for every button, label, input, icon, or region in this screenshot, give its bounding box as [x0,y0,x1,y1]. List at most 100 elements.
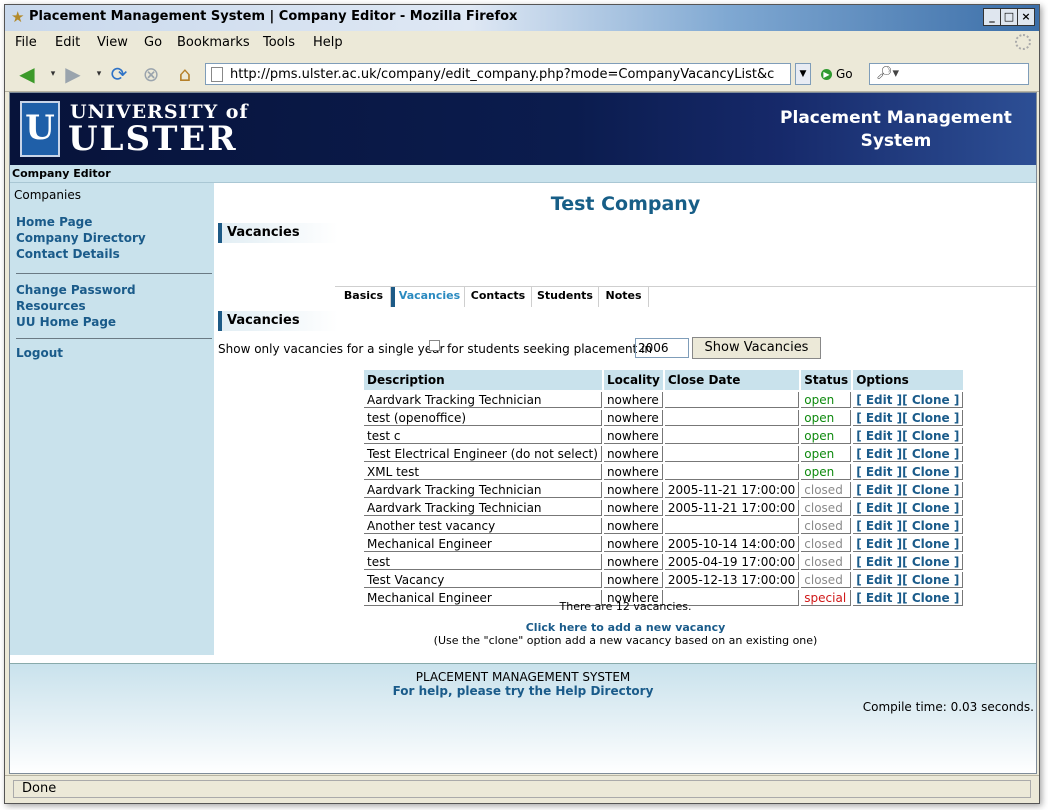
table-row: Aardvark Tracking Technician nowhere 2005-… [364,500,964,516]
clone-link[interactable]: [ Clone ] [902,429,959,443]
edit-link[interactable]: [ Edit ] [856,411,902,425]
menu-help[interactable]: Help [313,35,343,50]
edit-link[interactable]: [ Edit ] [856,519,902,533]
footer-title: PLACEMENT MANAGEMENT SYSTEM [415,670,631,684]
section-heading: Vacancies [218,311,338,331]
edit-link[interactable]: [ Edit ] [856,501,902,515]
go-button[interactable]: ▶ Go [821,67,853,81]
close-date-cell [664,428,800,444]
options-cell: [ Edit ][ Clone ] [853,536,964,552]
sidebar-link-company-directory[interactable]: Company Directory [16,231,146,245]
close-date-cell [664,410,800,426]
sidebar-link-resources[interactable]: Resources [16,299,86,313]
column-header: Options [853,370,964,390]
breadcrumb-text: Company Editor [12,167,111,180]
sidebar-link-home-page[interactable]: Home Page [16,215,92,229]
clone-link[interactable]: [ Clone ] [902,393,959,407]
edit-link[interactable]: [ Edit ] [856,465,902,479]
close-date-cell [664,446,800,462]
clone-link[interactable]: [ Clone ] [902,537,959,551]
tab-notes[interactable]: Notes [599,287,649,307]
table-row: XML test nowhere open[ Edit ][ Clone ] [364,464,964,480]
tab-basics[interactable]: Basics [337,287,391,307]
page-content: U UNIVERSITY of ULSTER Placement Managem… [9,92,1037,774]
sidebar-link-contact-details[interactable]: Contact Details [16,247,120,261]
locality-cell: nowhere [603,554,663,570]
description-cell: Aardvark Tracking Technician [364,392,602,408]
stop-icon[interactable]: ⊗ [139,62,163,86]
help-directory-link[interactable]: For help, please try the Help Directory [10,684,1036,698]
sidebar-heading: Companies [14,188,81,202]
add-vacancy-note: (Use the "clone" option add a new vacanc… [433,634,818,647]
close-date-cell: 2005-11-21 17:00:00 [664,482,800,498]
locality-cell: nowhere [603,410,663,426]
search-field[interactable]: 🔎︎▾ [869,63,1029,85]
company-title: Test Company [550,193,701,215]
table-row: Aardvark Tracking Technician nowhere open[… [364,392,964,408]
status-cell: open [801,446,852,462]
table-row: Test Vacancy nowhere 2005-12-13 17:00:00 cl… [364,572,964,588]
clone-link[interactable]: [ Clone ] [902,447,959,461]
tab-vacancies[interactable]: Vacancies [391,287,465,307]
maximize-button[interactable]: □ [1000,8,1018,26]
edit-link[interactable]: [ Edit ] [856,483,902,497]
go-arrow-icon: ▶ [821,69,832,80]
status-cell: closed [801,536,852,552]
status-cell: closed [801,554,852,570]
options-cell: [ Edit ][ Clone ] [853,392,964,408]
close-button[interactable]: × [1017,8,1035,26]
status-cell: closed [801,500,852,516]
menu-edit[interactable]: Edit [55,35,80,50]
add-vacancy-link[interactable]: Click here to add a new vacancy [215,621,1036,634]
menu-tools[interactable]: Tools [263,35,295,50]
edit-link[interactable]: [ Edit ] [856,573,902,587]
edit-link[interactable]: [ Edit ] [856,447,902,461]
menu-go[interactable]: Go [144,35,162,50]
description-cell: Test Electrical Engineer (do not select) [364,446,602,462]
status-cell: closed [801,482,852,498]
tab-students[interactable]: Students [532,287,599,307]
logo-ulster-text: ULSTER [68,119,238,159]
navigation-toolbar: ◀ ▾ ▶ ▾ ⟳ ⊗ ⌂ http://pms.ulster.ac.uk/co… [5,57,1039,92]
clone-link[interactable]: [ Clone ] [902,465,959,479]
edit-link[interactable]: [ Edit ] [856,429,902,443]
clone-link[interactable]: [ Clone ] [902,501,959,515]
menu-view[interactable]: View [97,35,128,50]
address-bar[interactable]: http://pms.ulster.ac.uk/company/edit_com… [205,63,791,85]
window-title: Placement Management System | Company Ed… [29,9,518,24]
sidebar-link-change-password[interactable]: Change Password [16,283,136,297]
home-icon[interactable]: ⌂ [173,62,197,86]
close-date-cell: 2005-04-19 17:00:00 [664,554,800,570]
description-cell: XML test [364,464,602,480]
sidebar-link-logout[interactable]: Logout [16,346,63,360]
close-date-cell [664,464,800,480]
clone-link[interactable]: [ Clone ] [902,555,959,569]
show-vacancies-button[interactable]: Show Vacancies [692,337,821,359]
clone-link[interactable]: [ Clone ] [902,519,959,533]
edit-link[interactable]: [ Edit ] [856,555,902,569]
minimize-button[interactable]: _ [983,8,1001,26]
clone-link[interactable]: [ Clone ] [902,411,959,425]
column-header: Close Date [664,370,800,390]
menu-file[interactable]: File [15,35,37,50]
go-label: Go [836,67,853,81]
single-year-checkbox[interactable] [429,340,440,351]
edit-link[interactable]: [ Edit ] [856,393,902,407]
sidebar-link-uu-home-page[interactable]: UU Home Page [16,315,116,329]
menu-bookmarks[interactable]: Bookmarks [177,35,250,50]
year-input[interactable]: 2006 [635,338,689,358]
clone-link[interactable]: [ Clone ] [902,483,959,497]
tab-contacts[interactable]: Contacts [465,287,532,307]
description-cell: Mechanical Engineer [364,536,602,552]
back-arrow-icon[interactable]: ◀ [15,62,39,86]
reload-icon[interactable]: ⟳ [107,62,131,86]
edit-link[interactable]: [ Edit ] [856,537,902,551]
site-title-line2: System [860,131,932,151]
clone-link[interactable]: [ Clone ] [902,573,959,587]
sidebar: Companies Home Page Company Directory Co… [10,183,214,655]
page-footer: PLACEMENT MANAGEMENT SYSTEM For help, pl… [10,663,1036,773]
forward-arrow-icon[interactable]: ▶ [61,62,85,86]
address-dropdown-button[interactable]: ▼ [795,63,811,85]
locality-cell: nowhere [603,464,663,480]
university-logo: U [20,101,60,157]
